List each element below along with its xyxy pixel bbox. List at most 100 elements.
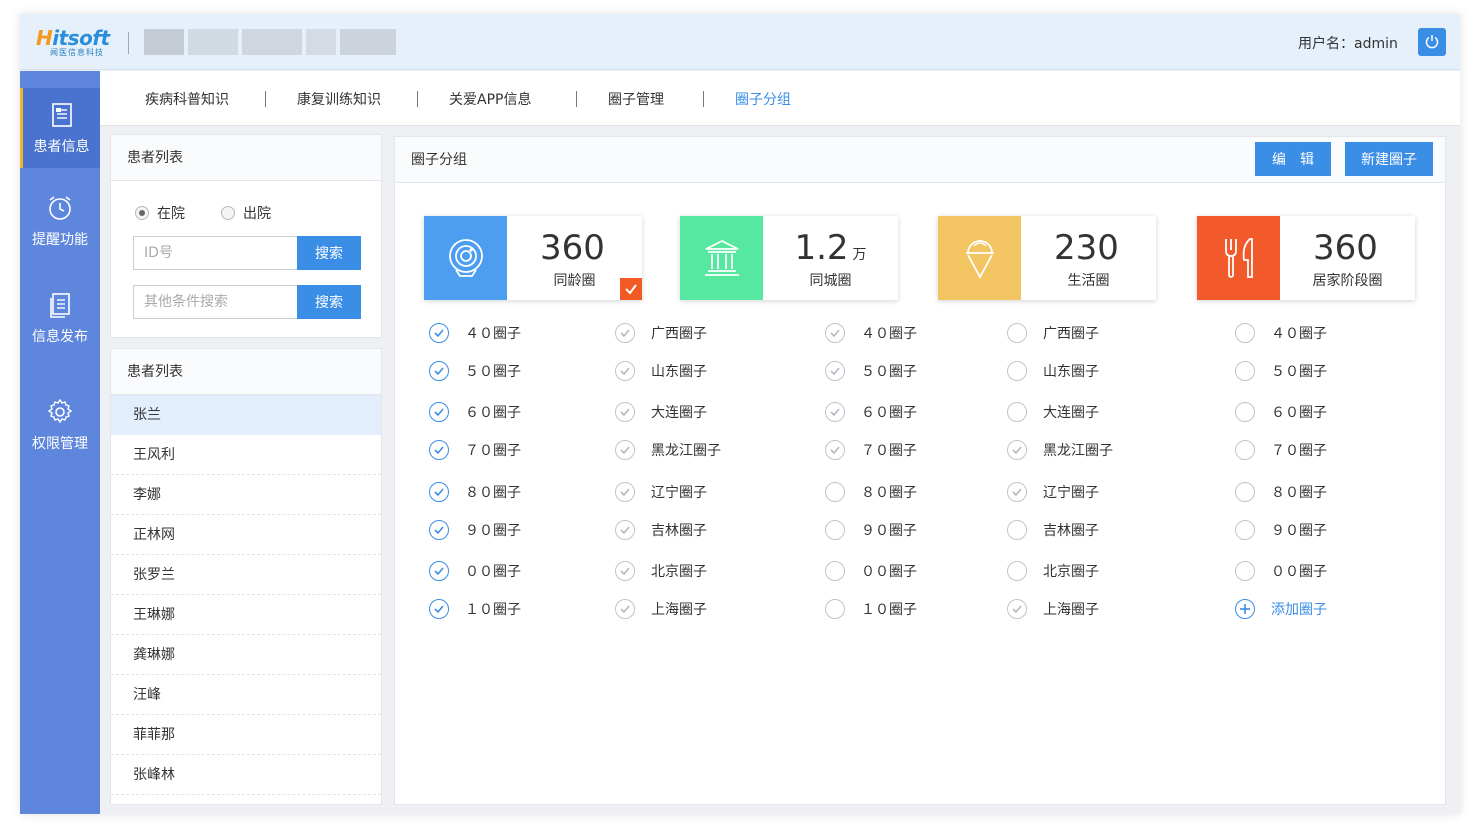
circle-option[interactable]: ６０圈子	[429, 402, 521, 422]
stat-card-life[interactable]: 230 生活圈	[938, 216, 1156, 300]
circle-option[interactable]: ９０圈子	[825, 520, 917, 540]
circle-option[interactable]: 大连圈子	[615, 402, 707, 422]
checked-circle-icon[interactable]	[825, 361, 845, 381]
radio-discharged[interactable]: 出院	[221, 203, 271, 223]
circle-option[interactable]: 北京圈子	[1007, 561, 1099, 581]
checked-circle-icon[interactable]	[1007, 440, 1027, 460]
empty-circle-icon[interactable]	[1235, 520, 1255, 540]
empty-circle-icon[interactable]	[825, 561, 845, 581]
tab-circle-grouping[interactable]: 圈子分组	[735, 89, 791, 109]
list-item[interactable]: 张兰	[111, 395, 381, 435]
circle-option[interactable]: 黑龙江圈子	[615, 440, 721, 460]
checked-circle-icon[interactable]	[429, 599, 449, 619]
empty-circle-icon[interactable]	[1235, 402, 1255, 422]
id-search-button[interactable]: 搜索	[297, 236, 361, 270]
circle-option[interactable]: 山东圈子	[1007, 361, 1099, 381]
list-item[interactable]: 龚琳娜	[111, 635, 381, 675]
empty-circle-icon[interactable]	[1007, 402, 1027, 422]
checked-circle-icon[interactable]	[1007, 599, 1027, 619]
tab-disease-knowledge[interactable]: 疾病科普知识	[145, 89, 229, 109]
checked-circle-icon[interactable]	[429, 323, 449, 343]
circle-option[interactable]: 广西圈子	[615, 323, 707, 343]
circle-option[interactable]: ００圈子	[429, 561, 521, 581]
list-item[interactable]: 张罗兰	[111, 555, 381, 595]
sidebar-item-reminder[interactable]: 提醒功能	[20, 181, 100, 261]
circle-option[interactable]: 辽宁圈子	[615, 482, 707, 502]
tab-circle-management[interactable]: 圈子管理	[608, 89, 664, 109]
circle-option[interactable]: 广西圈子	[1007, 323, 1099, 343]
circle-option[interactable]: ４０圈子	[825, 323, 917, 343]
stat-card-home[interactable]: 360 居家阶段圈	[1197, 216, 1415, 300]
checked-circle-icon[interactable]	[825, 440, 845, 460]
checked-circle-icon[interactable]	[429, 520, 449, 540]
radio-in-hospital[interactable]: 在院	[135, 203, 185, 223]
empty-circle-icon[interactable]	[1235, 440, 1255, 460]
checked-circle-icon[interactable]	[429, 361, 449, 381]
checked-circle-icon[interactable]	[615, 323, 635, 343]
checked-circle-icon[interactable]	[615, 440, 635, 460]
empty-circle-icon[interactable]	[1007, 520, 1027, 540]
circle-option[interactable]: 山东圈子	[615, 361, 707, 381]
list-item[interactable]: 汪峰	[111, 675, 381, 715]
circle-option[interactable]: ５０圈子	[1235, 361, 1327, 381]
circle-option[interactable]: ９０圈子	[429, 520, 521, 540]
circle-option[interactable]: 黑龙江圈子	[1007, 440, 1113, 460]
sidebar-item-patient-info[interactable]: 患者信息	[20, 88, 100, 168]
add-circle-link[interactable]: 添加圈子	[1235, 599, 1327, 619]
id-search-input[interactable]	[133, 236, 297, 270]
empty-circle-icon[interactable]	[1235, 323, 1255, 343]
checked-circle-icon[interactable]	[1007, 482, 1027, 502]
empty-circle-icon[interactable]	[1007, 361, 1027, 381]
circle-option[interactable]: ４０圈子	[429, 323, 521, 343]
sidebar-item-publish[interactable]: 信息发布	[20, 278, 100, 358]
circle-option[interactable]: ８０圈子	[825, 482, 917, 502]
circle-option[interactable]: 辽宁圈子	[1007, 482, 1099, 502]
list-item[interactable]: 正林网	[111, 515, 381, 555]
checked-circle-icon[interactable]	[429, 482, 449, 502]
circle-option[interactable]: １０圈子	[825, 599, 917, 619]
other-search-button[interactable]: 搜索	[297, 285, 361, 319]
circle-option[interactable]: ７０圈子	[1235, 440, 1327, 460]
circle-option[interactable]: 大连圈子	[1007, 402, 1099, 422]
tab-care-app-info[interactable]: 关爱APP信息	[449, 89, 531, 109]
list-item[interactable]: 李娜	[111, 475, 381, 515]
list-item[interactable]: 张峰林	[111, 755, 381, 795]
other-search-input[interactable]	[133, 285, 297, 319]
circle-option[interactable]: 吉林圈子	[615, 520, 707, 540]
circle-option[interactable]: 北京圈子	[615, 561, 707, 581]
empty-circle-icon[interactable]	[825, 520, 845, 540]
stat-card-age[interactable]: 360 同龄圈	[424, 216, 642, 300]
sidebar-item-permission[interactable]: 权限管理	[20, 385, 100, 465]
checked-circle-icon[interactable]	[615, 599, 635, 619]
logout-button[interactable]	[1418, 28, 1446, 56]
circle-option[interactable]: １０圈子	[429, 599, 521, 619]
circle-option[interactable]: ００圈子	[825, 561, 917, 581]
empty-circle-icon[interactable]	[1007, 561, 1027, 581]
checked-circle-icon[interactable]	[429, 561, 449, 581]
circle-option[interactable]: ８０圈子	[1235, 482, 1327, 502]
radio-button-checked[interactable]	[135, 206, 149, 220]
circle-option[interactable]: 上海圈子	[615, 599, 707, 619]
circle-option[interactable]: ５０圈子	[825, 361, 917, 381]
checked-circle-icon[interactable]	[429, 402, 449, 422]
checked-circle-icon[interactable]	[615, 482, 635, 502]
checked-circle-icon[interactable]	[825, 323, 845, 343]
edit-button[interactable]: 编 辑	[1255, 142, 1331, 176]
checked-circle-icon[interactable]	[615, 520, 635, 540]
empty-circle-icon[interactable]	[825, 482, 845, 502]
circle-option[interactable]: ７０圈子	[429, 440, 521, 460]
circle-option[interactable]: ９０圈子	[1235, 520, 1327, 540]
radio-button[interactable]	[221, 206, 235, 220]
circle-option[interactable]: ６０圈子	[1235, 402, 1327, 422]
empty-circle-icon[interactable]	[1235, 482, 1255, 502]
circle-option[interactable]: ８０圈子	[429, 482, 521, 502]
circle-option[interactable]: ６０圈子	[825, 402, 917, 422]
plus-circle-icon[interactable]	[1235, 599, 1255, 619]
empty-circle-icon[interactable]	[1235, 361, 1255, 381]
circle-option[interactable]: ４０圈子	[1235, 323, 1327, 343]
list-item[interactable]: 菲菲那	[111, 715, 381, 755]
circle-option[interactable]: ７０圈子	[825, 440, 917, 460]
checked-circle-icon[interactable]	[825, 402, 845, 422]
circle-option[interactable]: ００圈子	[1235, 561, 1327, 581]
circle-option[interactable]: 吉林圈子	[1007, 520, 1099, 540]
